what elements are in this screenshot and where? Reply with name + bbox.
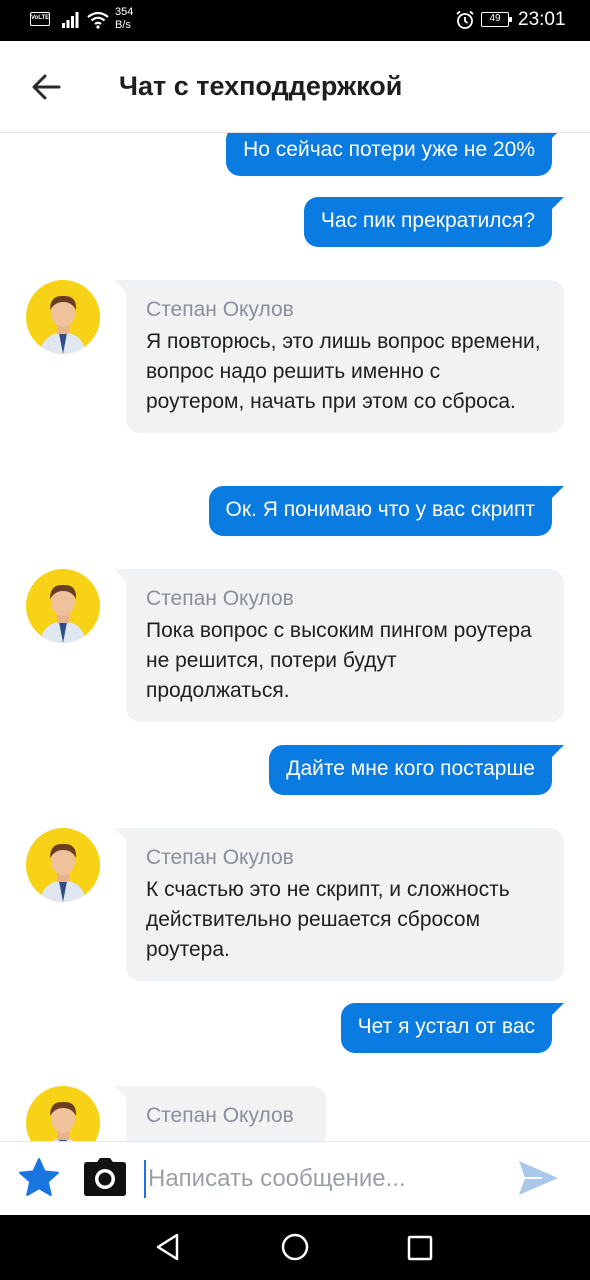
alarm-icon (456, 10, 474, 29)
outgoing-message: Но сейчас потери уже не 20% (226, 133, 564, 176)
status-bar: VoLTE 354 B/s 49 23:01 (0, 0, 590, 41)
agent-avatar-icon (40, 584, 86, 643)
camera-icon (84, 1158, 126, 1196)
avatar (26, 569, 100, 643)
message-text: Пока вопрос с высоким пингом роутера не … (146, 619, 532, 702)
message-text: Я повторюсь, это лишь вопрос времени, во… (146, 330, 541, 413)
outgoing-message: Час пик прекратился? (303, 197, 565, 247)
message-input-bar (0, 1141, 590, 1215)
chat-messages[interactable]: Но сейчас потери уже не 20% Час пик прек… (0, 133, 590, 1141)
network-speed: 354 B/s (115, 6, 133, 32)
send-icon (519, 1161, 558, 1195)
avatar (26, 828, 100, 902)
sender-name: Степан Окулов (146, 298, 294, 321)
sender-name: Степан Окулов (146, 846, 294, 869)
arrow-left-icon (32, 74, 61, 100)
message-input[interactable] (144, 1160, 494, 1198)
agent-avatar-icon (40, 295, 86, 354)
signal-icon (62, 12, 79, 28)
wifi-icon (87, 11, 109, 29)
back-button[interactable] (22, 63, 70, 111)
message-text: К счастью это не скрипт, и сложность дей… (146, 878, 510, 961)
camera-button[interactable] (82, 1156, 128, 1200)
outgoing-message: Дайте мне кого постарше (269, 745, 564, 795)
star-icon (19, 1158, 59, 1196)
outgoing-message: Ок. Я понимаю что у вас скрипт (208, 486, 565, 536)
sender-name: Степан Окулов (146, 1104, 294, 1127)
message-text: Дайте мне кого постарше (286, 757, 535, 780)
message-text: Ок. Я понимаю что у вас скрипт (225, 498, 535, 521)
agent-avatar-icon (50, 1101, 77, 1141)
clock: 23:01 (518, 9, 566, 30)
message-bubble: Степан Окулов К счастью это не скрипт, и… (114, 828, 564, 981)
system-nav-bar (0, 1215, 590, 1280)
send-button[interactable] (516, 1158, 560, 1198)
message-bubble: Степан Окулов Я повторюсь, это лишь вопр… (114, 280, 564, 433)
avatar (26, 280, 100, 354)
message-text: Но сейчас потери уже не 20% (243, 138, 535, 161)
message-bubble: Степан Окулов (114, 1086, 326, 1141)
message-text: Час пик прекратился? (320, 209, 535, 232)
battery-icon: 49 (481, 12, 512, 27)
nav-back-icon[interactable] (152, 1231, 184, 1263)
sender-name: Степан Окулов (146, 587, 294, 610)
network-speed-unit: B/s (115, 19, 131, 31)
volte-icon: VoLTE (30, 12, 50, 26)
app-bar: Чат с техподдержкой (0, 41, 590, 133)
nav-recent-icon[interactable] (406, 1234, 434, 1262)
outgoing-message: Чет я устал от вас (340, 1003, 565, 1053)
page-title: Чат с техподдержкой (119, 71, 403, 101)
avatar (26, 1086, 100, 1141)
nav-home-icon[interactable] (280, 1232, 310, 1262)
agent-avatar-icon (40, 843, 86, 902)
message-text: Чет я устал от вас (357, 1015, 535, 1038)
message-bubble: Степан Окулов Пока вопрос с высоким пинг… (114, 569, 564, 722)
favorites-button[interactable] (17, 1156, 61, 1200)
network-speed-value: 354 (115, 6, 134, 18)
